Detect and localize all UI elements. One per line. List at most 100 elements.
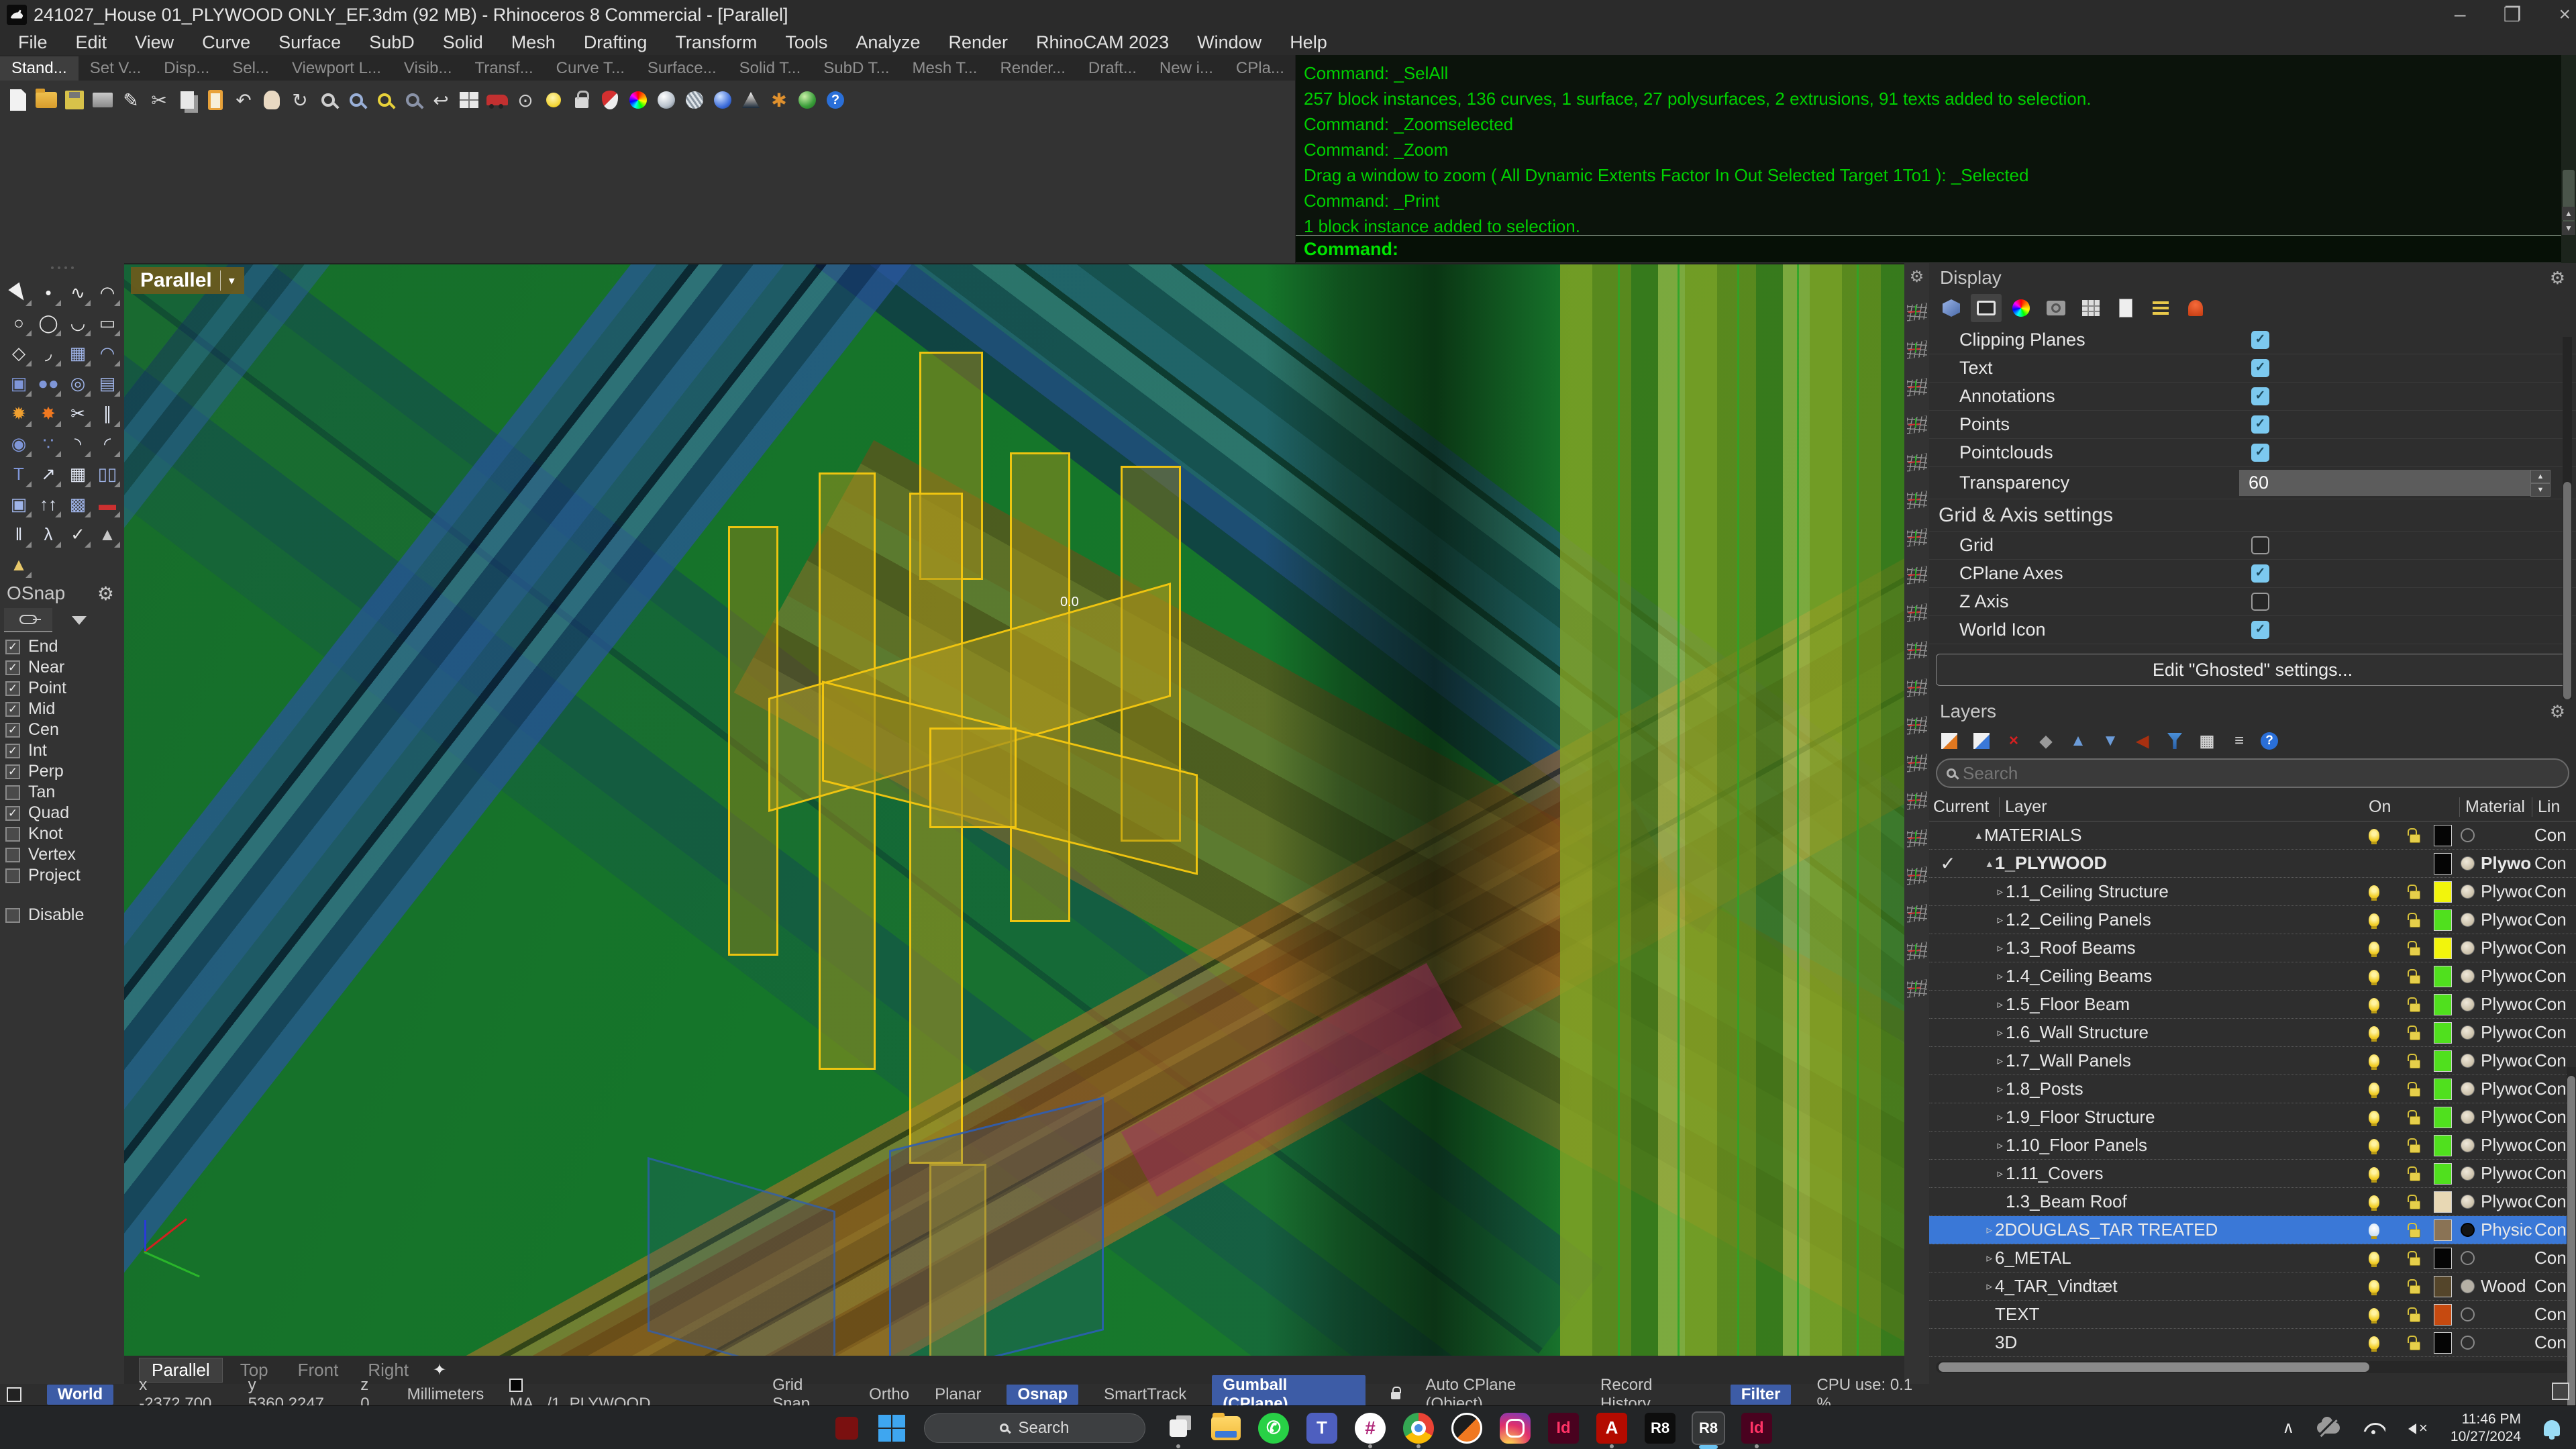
toolbar-tab-viewport-l[interactable]: Viewport L... — [280, 56, 393, 81]
layer-lock[interactable] — [2410, 1223, 2420, 1238]
toolbar-tab-sel[interactable]: Sel... — [221, 56, 280, 81]
layer-row-1-4-ceiling-beams[interactable]: ▹1.4_Ceiling BeamsPlywooCon — [1929, 962, 2576, 991]
layer-row-1-10-floor-panels[interactable]: ▹1.10_Floor PanelsPlywooCon — [1929, 1132, 2576, 1160]
menu-edit[interactable]: Edit — [62, 32, 121, 53]
cplane-preset-icon[interactable] — [1907, 378, 1927, 396]
checkbox-perp[interactable]: ✓ — [5, 764, 20, 779]
layer-color-swatch[interactable] — [2434, 853, 2452, 875]
disable-checkbox[interactable] — [5, 908, 20, 923]
command-history-panel[interactable]: Command: _SelAll257 block instances, 136… — [1295, 55, 2576, 263]
menu-solid[interactable]: Solid — [429, 32, 497, 53]
cplane-preset-icon[interactable] — [1907, 754, 1927, 772]
layers-move-down-icon[interactable]: ▼ — [2100, 730, 2121, 752]
wifi-icon[interactable] — [2363, 1421, 2385, 1435]
viewport-title-dropdown[interactable]: Parallel ▾ — [131, 267, 244, 294]
toolbar-tab-visib[interactable]: Visib... — [393, 56, 464, 81]
tool-check[interactable] — [63, 519, 93, 550]
checkbox-clipping-planes[interactable]: ✓ — [2251, 331, 2269, 349]
osnap-row-quad[interactable]: ✓Quad — [0, 803, 121, 823]
layers-hscrollbar[interactable] — [1936, 1361, 2569, 1373]
layer-row-1-11-covers[interactable]: ▹1.11_CoversPlywooCon — [1929, 1160, 2576, 1188]
display-tab-color-settings[interactable] — [2006, 294, 2037, 322]
layer-linetype[interactable]: Con — [2534, 1191, 2567, 1212]
menu-surface[interactable]: Surface — [264, 32, 355, 53]
checkbox-near[interactable]: ✓ — [5, 660, 20, 675]
tool-hand-gift[interactable] — [4, 550, 34, 580]
osnap-row-tan[interactable]: Tan — [0, 782, 121, 803]
rendered-display-icon[interactable] — [710, 87, 735, 113]
panel-toggle-icon[interactable] — [7, 1387, 21, 1402]
onedrive-icon[interactable] — [2317, 1422, 2340, 1434]
material-dot[interactable] — [2461, 1110, 2475, 1124]
cplane-preset-icon[interactable] — [1907, 491, 1927, 509]
expand-icon[interactable]: ▹ — [1988, 1167, 2003, 1181]
scrollbar-thumb[interactable] — [1939, 1362, 2369, 1372]
checkbox-end[interactable]: ✓ — [5, 640, 20, 654]
expand-icon[interactable]: ▹ — [1988, 1083, 2003, 1096]
menu-view[interactable]: View — [121, 32, 188, 53]
cplane-preset-icon[interactable] — [1907, 453, 1927, 471]
cplane-preset-icon[interactable] — [1907, 340, 1927, 358]
tool-text[interactable] — [4, 459, 34, 489]
display-scrollbar[interactable] — [2563, 337, 2572, 699]
column-on[interactable]: On — [2369, 797, 2391, 817]
osnap-row-int[interactable]: ✓Int — [0, 740, 121, 761]
osnap-row-point[interactable]: ✓Point — [0, 678, 121, 699]
layer-visibility[interactable] — [2369, 970, 2379, 983]
layer-row-3d[interactable]: 3DCon — [1929, 1329, 2576, 1357]
toolbar-tab-transf[interactable]: Transf... — [464, 56, 545, 81]
menu-help[interactable]: Help — [1276, 32, 1341, 53]
layer-linetype[interactable]: Con — [2534, 1248, 2567, 1268]
display-tab-notifications[interactable] — [2180, 294, 2211, 322]
cplane-preset-icon[interactable] — [1907, 641, 1927, 659]
osnap-row-cen[interactable]: ✓Cen — [0, 719, 121, 740]
display-tab-list-settings[interactable] — [2145, 294, 2176, 322]
tool-extrude[interactable] — [34, 489, 63, 519]
layer-color-swatch[interactable] — [2434, 1135, 2452, 1156]
expand-icon[interactable]: ▹ — [1977, 1280, 1992, 1293]
layer-material[interactable]: Plywoo — [2481, 1079, 2532, 1099]
layer-material[interactable]: Plywoo — [2481, 1022, 2532, 1043]
layer-material[interactable]: Plywoo — [2481, 1135, 2532, 1156]
pan-icon[interactable] — [259, 87, 285, 113]
layer-material[interactable]: Plywoo — [2481, 909, 2532, 930]
tool-select-arrow[interactable] — [4, 278, 34, 308]
rotate-view-icon[interactable] — [287, 87, 313, 113]
tool-solid-tools[interactable] — [4, 489, 34, 519]
expand-icon[interactable]: ▹ — [1988, 942, 2003, 955]
scrollbar-thumb[interactable] — [2563, 482, 2571, 699]
display-gear-icon[interactable]: ⚙ — [2550, 268, 2565, 289]
new-viewport-tab-icon[interactable]: ✦ — [433, 1360, 446, 1380]
layers-match-layer-icon[interactable]: ◆ — [2035, 730, 2057, 752]
layer-visibility[interactable] — [2369, 1308, 2379, 1321]
tool-primitives[interactable] — [93, 519, 122, 550]
material-dot[interactable] — [2461, 1082, 2475, 1096]
tool-mesh-surface[interactable] — [93, 368, 122, 399]
layer-lock[interactable] — [2410, 1336, 2420, 1350]
zoom-window-icon[interactable] — [344, 87, 369, 113]
tray-chevron-icon[interactable]: ∧ — [2282, 1418, 2294, 1438]
scroll-down-icon[interactable]: ▼ — [2562, 221, 2575, 235]
material-dot[interactable] — [2461, 1336, 2475, 1350]
checkbox-text[interactable]: ✓ — [2251, 359, 2269, 377]
column-current[interactable]: Current — [1929, 797, 2000, 817]
tool-boolean-union[interactable] — [4, 429, 34, 459]
checkbox-annotations[interactable]: ✓ — [2251, 387, 2269, 405]
layer-linetype[interactable]: Con — [2534, 1332, 2567, 1353]
layer-visibility[interactable] — [2369, 1167, 2379, 1181]
layer-visibility[interactable] — [2369, 998, 2379, 1011]
layer-color-swatch[interactable] — [2434, 1276, 2452, 1297]
layer-lock[interactable] — [2410, 1195, 2420, 1209]
layer-lock[interactable] — [2410, 941, 2420, 956]
tool-point[interactable] — [34, 278, 63, 308]
material-dot[interactable] — [2461, 1279, 2475, 1293]
layer-lock[interactable] — [2410, 969, 2420, 984]
taskbar-search-box-icon[interactable]: Search — [924, 1413, 1145, 1443]
taskbar-slack-icon[interactable]: # — [1355, 1413, 1386, 1444]
tool-fillet-curve[interactable] — [34, 338, 63, 368]
taskbar-rhino-icon[interactable]: R8 — [1645, 1413, 1676, 1444]
layer-linetype[interactable]: Con — [2534, 1107, 2567, 1128]
layer-material[interactable]: Plywoo — [2481, 1191, 2532, 1212]
layers-gear-icon[interactable]: ⚙ — [2550, 701, 2565, 722]
tool-array-grid[interactable] — [63, 489, 93, 519]
